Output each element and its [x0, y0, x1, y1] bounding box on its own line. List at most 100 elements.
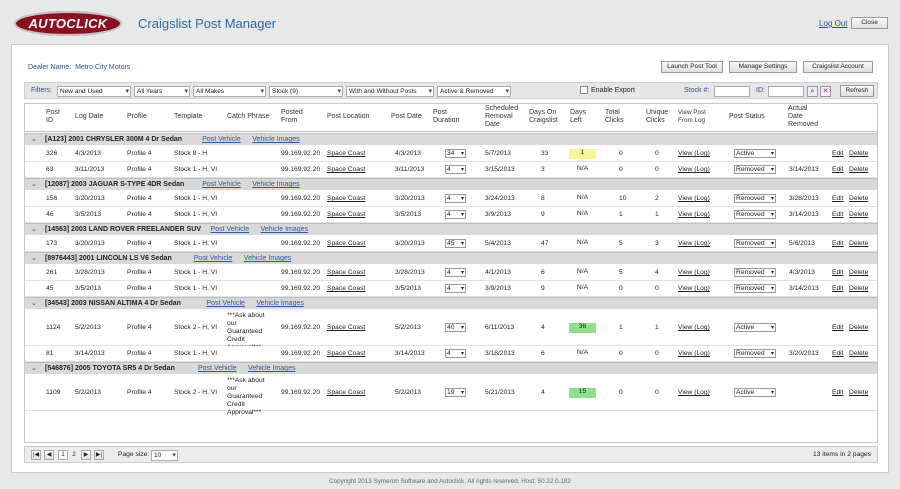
post-vehicle-link[interactable]: Post Vehicle [202, 136, 241, 143]
id-input[interactable] [768, 86, 804, 97]
page-2-button[interactable]: 2 [69, 450, 79, 460]
post-location-link[interactable]: Space Coast [327, 166, 365, 174]
view-log-link[interactable]: View (Log) [678, 324, 710, 332]
delete-link[interactable]: Delete [849, 324, 868, 332]
post-status-select[interactable]: Removed [734, 210, 776, 219]
post-location-link[interactable]: Space Coast [327, 350, 365, 358]
collapse-chevron-icon[interactable]: ⌄ [31, 135, 37, 143]
duration-select[interactable]: 34 [445, 149, 466, 158]
last-page-button[interactable]: ▶| [94, 450, 104, 460]
vehicle-images-link[interactable]: Vehicle Images [261, 226, 308, 233]
status-select[interactable]: Active & Removed [437, 86, 511, 97]
post-status-select[interactable]: Removed [734, 268, 776, 277]
manage-settings-button[interactable]: Manage Settings [729, 61, 797, 73]
post-status-select[interactable]: Removed [734, 239, 776, 248]
delete-link[interactable]: Delete [849, 285, 868, 293]
craigslist-account-button[interactable]: Craigslist Account [803, 61, 873, 73]
duration-select[interactable]: 4 [445, 349, 466, 358]
view-log-link[interactable]: View (Log) [678, 240, 710, 248]
edit-link[interactable]: Edit [832, 211, 844, 219]
post-vehicle-link[interactable]: Post Vehicle [194, 255, 233, 262]
clear-icon[interactable]: ✕ [820, 86, 831, 97]
duration-select[interactable]: 4 [445, 210, 466, 219]
collapse-chevron-icon[interactable]: ⌄ [31, 180, 37, 188]
vehicle-images-link[interactable]: Vehicle Images [252, 181, 299, 188]
enable-export-checkbox[interactable] [580, 86, 588, 94]
post-status-select[interactable]: Active [734, 388, 776, 397]
collapse-chevron-icon[interactable]: ⌄ [31, 225, 37, 233]
duration-select[interactable]: 4 [445, 165, 466, 174]
post-status-select[interactable]: Removed [734, 284, 776, 293]
search-icon[interactable]: ⌕ [807, 86, 818, 97]
view-log-link[interactable]: View (Log) [678, 195, 710, 203]
collapse-chevron-icon[interactable]: ⌄ [31, 254, 37, 262]
page-size-select[interactable]: 10 [151, 450, 178, 461]
vehicle-images-link[interactable]: Vehicle Images [244, 255, 291, 262]
post-location-link[interactable]: Space Coast [327, 240, 365, 248]
duration-select[interactable]: 4 [445, 284, 466, 293]
post-location-link[interactable]: Space Coast [327, 285, 365, 293]
delete-link[interactable]: Delete [849, 211, 868, 219]
edit-link[interactable]: Edit [832, 240, 844, 248]
view-log-link[interactable]: View (Log) [678, 350, 710, 358]
edit-link[interactable]: Edit [832, 350, 844, 358]
post-location-link[interactable]: Space Coast [327, 269, 365, 277]
post-vehicle-link[interactable]: Post Vehicle [198, 365, 237, 372]
year-select[interactable]: All Years [134, 86, 190, 97]
post-location-link[interactable]: Space Coast [327, 150, 365, 158]
duration-select[interactable]: 4 [445, 268, 466, 277]
edit-link[interactable]: Edit [832, 389, 844, 397]
first-page-button[interactable]: |◀ [31, 450, 41, 460]
view-log-link[interactable]: View (Log) [678, 389, 710, 397]
post-vehicle-link[interactable]: Post Vehicle [202, 181, 241, 188]
view-log-link[interactable]: View (Log) [678, 285, 710, 293]
stock-select[interactable]: Stock (9) [269, 86, 343, 97]
vehicle-images-link[interactable]: Vehicle Images [252, 136, 299, 143]
post-status-select[interactable]: Active [734, 149, 776, 158]
post-status-select[interactable]: Active [734, 323, 776, 332]
edit-link[interactable]: Edit [832, 150, 844, 158]
duration-select[interactable]: 40 [445, 323, 466, 332]
post-location-link[interactable]: Space Coast [327, 324, 365, 332]
duration-select[interactable]: 19 [445, 388, 466, 397]
vehicle-images-link[interactable]: Vehicle Images [248, 365, 295, 372]
post-status-select[interactable]: Removed [734, 349, 776, 358]
edit-link[interactable]: Edit [832, 269, 844, 277]
edit-link[interactable]: Edit [832, 166, 844, 174]
make-select[interactable]: All Makes [193, 86, 266, 97]
vehicle-images-link[interactable]: Vehicle Images [256, 300, 303, 307]
view-log-link[interactable]: View (Log) [678, 211, 710, 219]
stock-number-input[interactable] [714, 86, 750, 97]
post-location-link[interactable]: Space Coast [327, 389, 365, 397]
delete-link[interactable]: Delete [849, 269, 868, 277]
refresh-button[interactable]: Refresh [840, 85, 874, 97]
post-location-link[interactable]: Space Coast [327, 211, 365, 219]
delete-link[interactable]: Delete [849, 389, 868, 397]
delete-link[interactable]: Delete [849, 350, 868, 358]
launch-post-tool-button[interactable]: Launch Post Tool [661, 61, 723, 73]
delete-link[interactable]: Delete [849, 166, 868, 174]
edit-link[interactable]: Edit [832, 285, 844, 293]
post-vehicle-link[interactable]: Post Vehicle [211, 226, 250, 233]
view-log-link[interactable]: View (Log) [678, 269, 710, 277]
posts-select[interactable]: With and Without Posts [346, 86, 434, 97]
duration-select[interactable]: 45 [445, 239, 466, 248]
delete-link[interactable]: Delete [849, 195, 868, 203]
next-page-button[interactable]: ▶ [81, 450, 91, 460]
page-1-button[interactable]: 1 [58, 450, 68, 460]
close-button[interactable]: Close [851, 17, 888, 29]
post-location-link[interactable]: Space Coast [327, 195, 365, 203]
post-vehicle-link[interactable]: Post Vehicle [206, 300, 245, 307]
collapse-chevron-icon[interactable]: ⌄ [31, 364, 37, 372]
delete-link[interactable]: Delete [849, 240, 868, 248]
collapse-chevron-icon[interactable]: ⌄ [31, 299, 37, 307]
prev-page-button[interactable]: ◀ [44, 450, 54, 460]
delete-link[interactable]: Delete [849, 150, 868, 158]
post-status-select[interactable]: Removed [734, 194, 776, 203]
logout-link[interactable]: Log Out [819, 19, 847, 28]
view-log-link[interactable]: View (Log) [678, 166, 710, 174]
edit-link[interactable]: Edit [832, 195, 844, 203]
edit-link[interactable]: Edit [832, 324, 844, 332]
condition-select[interactable]: New and Used [57, 86, 131, 97]
post-status-select[interactable]: Removed [734, 165, 776, 174]
